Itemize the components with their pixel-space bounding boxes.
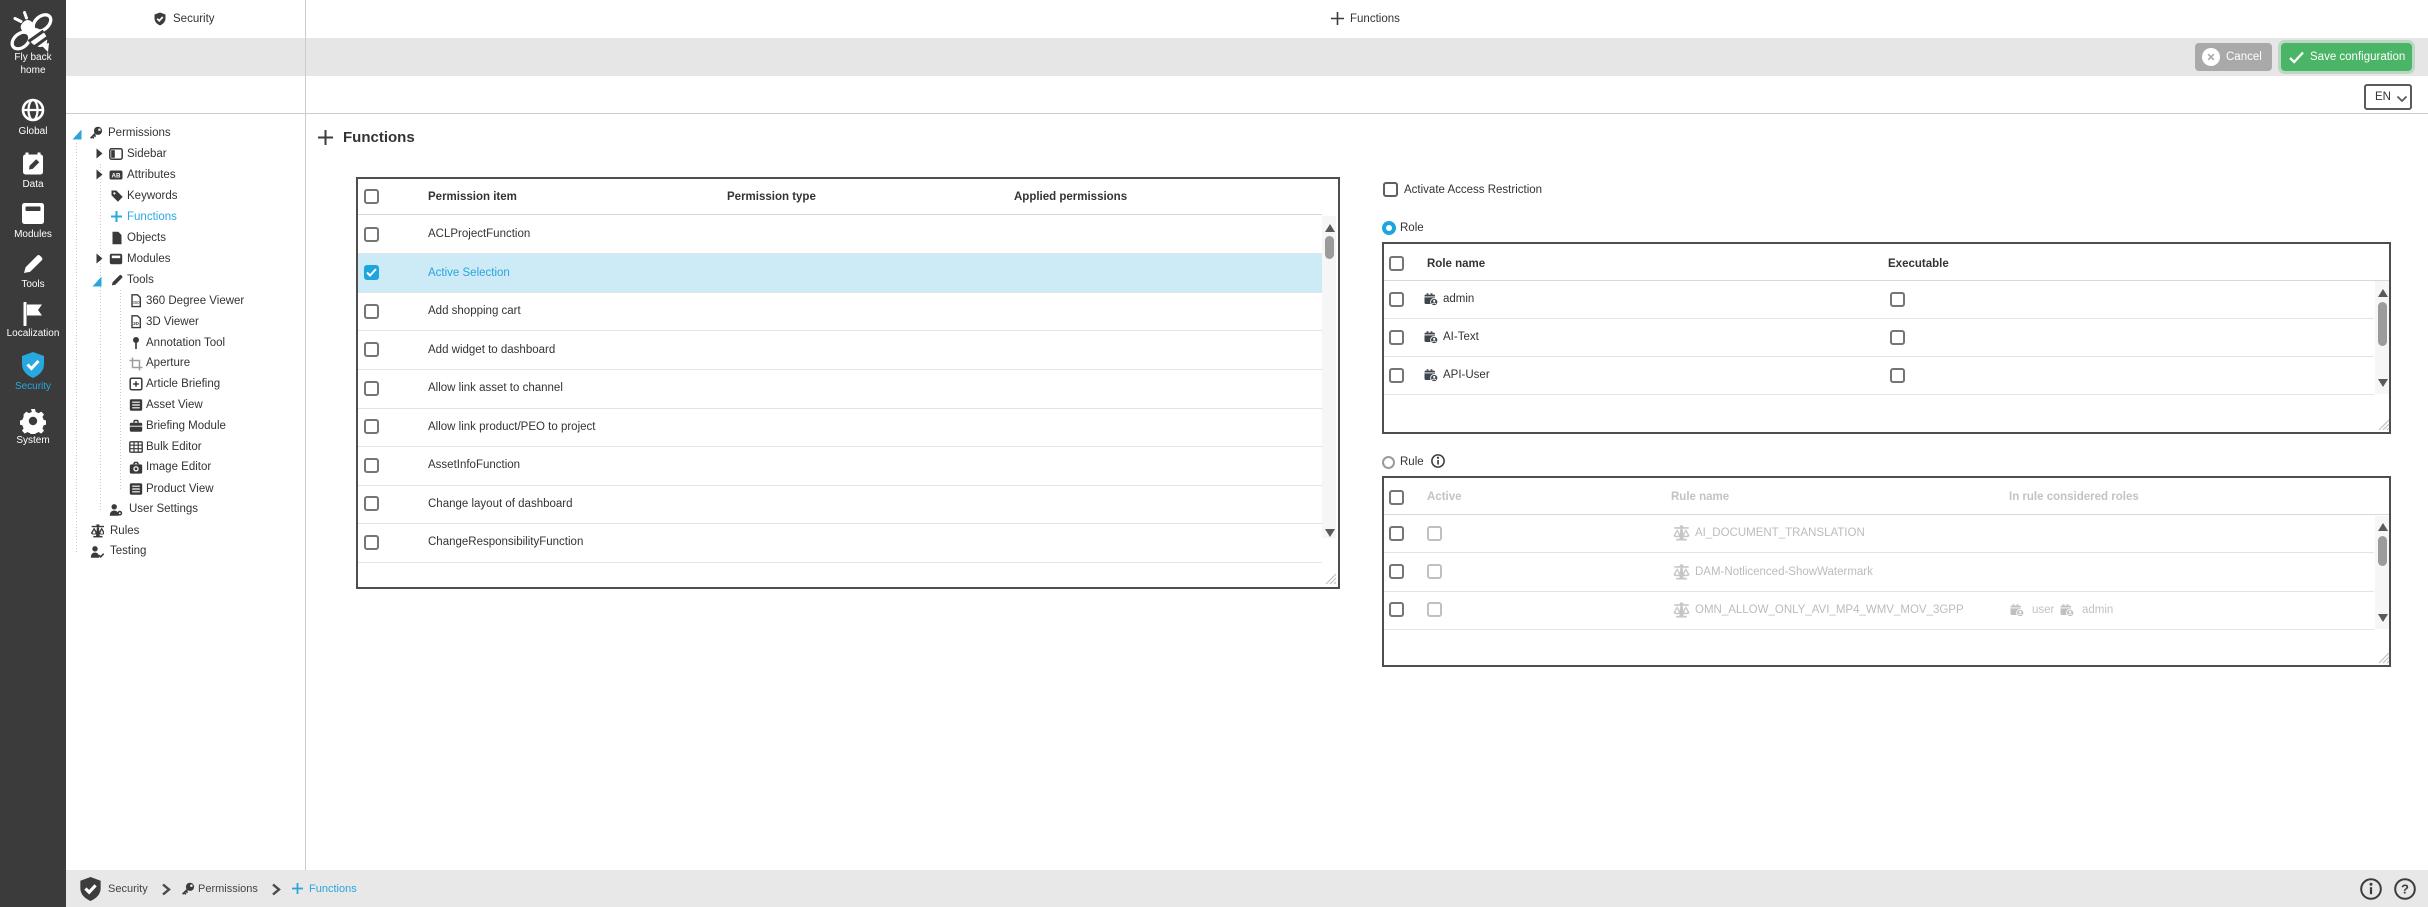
svg-text:360: 360 xyxy=(133,300,141,305)
svg-text:3D: 3D xyxy=(133,321,140,326)
svg-text:?: ? xyxy=(2401,882,2409,897)
svg-text:AB: AB xyxy=(112,172,121,179)
